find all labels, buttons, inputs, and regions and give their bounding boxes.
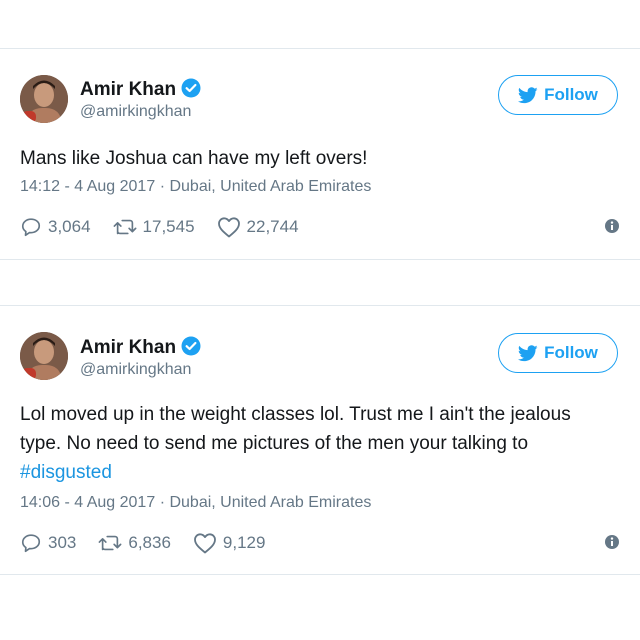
tweet-actions: 3,064 17,545 22,744 xyxy=(20,215,620,239)
meta-separator: · xyxy=(159,494,166,511)
user-handle[interactable]: @amirkingkhan xyxy=(80,103,191,121)
user-name-text: Amir Khan xyxy=(80,337,177,358)
like-button[interactable]: 22,744 xyxy=(217,216,299,238)
timestamp-link[interactable]: 14:06 - 4 Aug 2017 xyxy=(20,494,155,511)
follow-button[interactable]: Follow xyxy=(498,75,618,115)
tweet-text-content: Lol moved up in the weight classes lol. … xyxy=(20,404,571,454)
tweet-card: Amir Khan @amirkingkhan Follow Mans like… xyxy=(0,48,640,260)
verified-badge-icon xyxy=(181,336,201,362)
reply-button[interactable]: 3,064 xyxy=(20,216,91,238)
reply-icon xyxy=(21,534,41,553)
tweet-actions: 303 6,836 9,129 xyxy=(20,531,620,555)
tweet-meta: 14:12 - 4 Aug 2017 · Dubai, United Arab … xyxy=(20,178,371,196)
user-name[interactable]: Amir Khan xyxy=(80,78,201,104)
follow-label: Follow xyxy=(544,343,598,362)
location-link[interactable]: Dubai, United Arab Emirates xyxy=(169,178,371,195)
retweet-count: 17,545 xyxy=(142,217,195,236)
follow-button[interactable]: Follow xyxy=(498,333,618,373)
retweet-button[interactable]: 17,545 xyxy=(113,216,195,238)
location-link[interactable]: Dubai, United Arab Emirates xyxy=(169,494,371,511)
meta-separator: · xyxy=(159,178,166,195)
like-button[interactable]: 9,129 xyxy=(193,532,266,554)
timestamp-link[interactable]: 14:12 - 4 Aug 2017 xyxy=(20,178,155,195)
hashtag-link[interactable]: #disgusted xyxy=(20,462,112,483)
user-name[interactable]: Amir Khan xyxy=(80,336,201,362)
tweet-meta: 14:06 - 4 Aug 2017 · Dubai, United Arab … xyxy=(20,494,371,512)
twitter-bird-icon xyxy=(518,344,538,361)
avatar[interactable] xyxy=(20,332,68,380)
tweet-text: Lol moved up in the weight classes lol. … xyxy=(20,400,610,487)
tweet-text: Mans like Joshua can have my left overs! xyxy=(20,144,610,173)
reply-count: 3,064 xyxy=(48,217,91,236)
retweet-button[interactable]: 6,836 xyxy=(98,532,171,554)
follow-label: Follow xyxy=(544,85,598,104)
user-handle[interactable]: @amirkingkhan xyxy=(80,361,191,379)
like-count: 22,744 xyxy=(246,217,299,236)
avatar[interactable] xyxy=(20,75,68,123)
verified-badge-icon xyxy=(181,78,201,104)
reply-button[interactable]: 303 xyxy=(20,532,76,554)
retweet-count: 6,836 xyxy=(128,533,171,552)
like-count: 9,129 xyxy=(222,533,266,552)
tweet-card: Amir Khan @amirkingkhan Follow Lol moved… xyxy=(0,305,640,575)
twitter-bird-icon xyxy=(518,86,538,103)
tweet-text-content: Mans like Joshua can have my left overs! xyxy=(20,148,368,169)
like-icon xyxy=(194,533,216,554)
reply-icon xyxy=(21,218,41,237)
retweet-icon xyxy=(98,535,122,551)
user-name-text: Amir Khan xyxy=(80,79,177,100)
info-icon[interactable] xyxy=(604,218,620,239)
reply-count: 303 xyxy=(48,533,77,552)
info-icon[interactable] xyxy=(604,534,620,555)
retweet-icon xyxy=(113,219,136,235)
like-icon xyxy=(217,217,240,238)
